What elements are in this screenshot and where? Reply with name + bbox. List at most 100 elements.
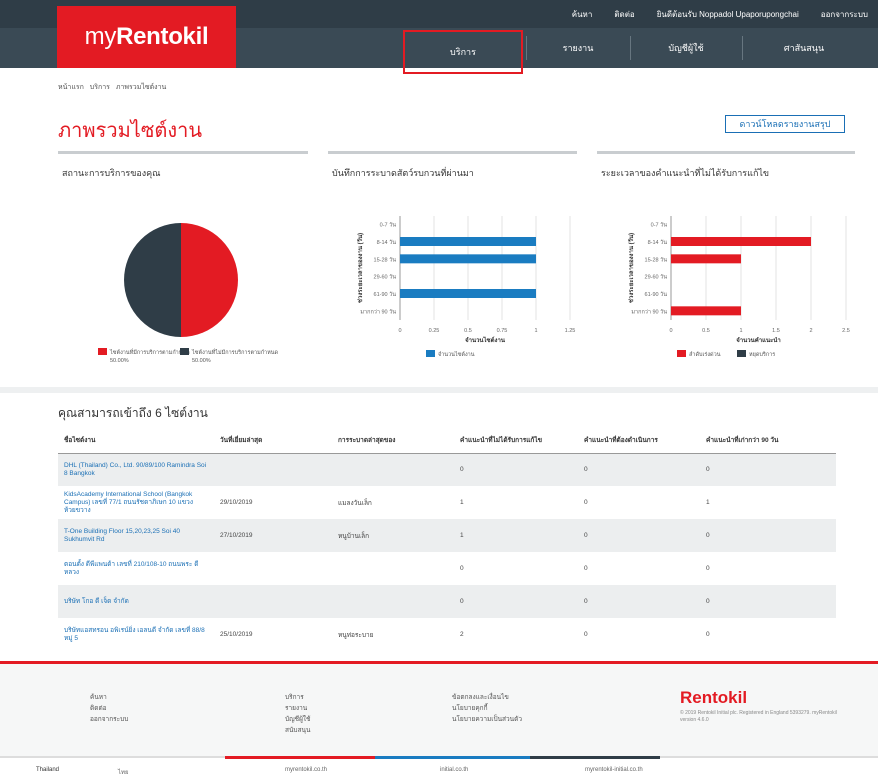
page-title: ภาพรวมไซต์งาน [58,120,203,142]
last-visit-cell: 27/10/2019 [220,532,253,539]
y-tick-label: 61-90 วัน [374,291,397,298]
footer: ค้นหา ติดต่อ ออกจากระบบ บริการ รายงาน บัญชีผ… [0,664,878,756]
legend-value: 50.00% [192,358,211,364]
footer-link[interactable]: ข้อตกลงและเงื่อนไข [452,692,522,703]
last-pest-cell [332,585,454,618]
footer-link[interactable]: นโยบายคุกกี้ [452,703,522,714]
footer-link[interactable]: บัญชีผู้ใช้ [285,714,310,725]
legend-swatch [426,350,435,357]
site-name-link[interactable]: บริษัท โกอ ดี เจ็ด จำกัด [58,585,214,618]
last-pest-cell: แมลงวันเล็ก [338,499,372,507]
download-summary-button[interactable]: ดาวน์โหลดรายงานสรุป [725,115,845,133]
col-action-required[interactable]: คำแนะนำที่ต้องดำเนินการ [578,427,700,454]
nav-reports[interactable]: รายงาน [528,28,628,68]
footer-copyright: © 2019 Rentokil Initial plc. Registered … [680,710,837,723]
y-tick-label: 8-14 วัน [648,239,668,246]
unresolved-panel: ระยะเวลาของคำแนะนำที่ไม่ได้รับการแก้ไข 0… [597,151,855,386]
bar-accent-dark [530,756,660,759]
bottom-link-1[interactable]: myrentokil.co.th [285,767,327,773]
footer-link[interactable]: ค้นหา [90,692,128,703]
older-90-count: 0 [706,631,710,638]
action-count: 0 [584,631,588,638]
table-row[interactable]: T-One Building Floor 15,20,23,25 Soi 40 … [58,519,836,552]
last-visit-cell [214,585,332,618]
service-status-pie-chart: ไซต์งานที่มีการบริการตามกำหนด50.00%ไซต์ง… [98,223,279,364]
x-tick-label: 1.25 [565,328,576,334]
table-row[interactable]: KidsAcademy International School (Bangko… [58,486,836,519]
unresolved-count: 1 [460,499,464,506]
nav-support[interactable]: ศาสันสนุน [744,28,864,68]
welcome-user-link[interactable]: ยินดีต้อนรับ Noppadol Upaporupongchai [657,8,799,21]
legend-swatch [98,348,107,355]
col-unresolved[interactable]: คำแนะนำที่ไม่ได้รับการแก้ไข [454,427,578,454]
site-name-link[interactable]: T-One Building Floor 15,20,23,25 Soi 40 … [58,519,214,552]
country-label[interactable]: Thailand [36,767,59,773]
bottom-link-3[interactable]: myrentokil-initial.co.th [585,767,643,773]
unresolved-count: 0 [460,565,464,572]
table-row[interactable]: บริษัท โกอ ดี เจ็ด จำกัด 0 0 0 [58,585,836,618]
legend-swatch [737,350,746,357]
older-90-count: 0 [706,598,710,605]
older-90-count: 1 [706,499,710,506]
pie-slice [124,223,181,337]
breadcrumb-home[interactable]: หน้าแรก [58,84,84,91]
legend-swatch [180,348,189,355]
myrentokil-logo[interactable]: my Rentokil [57,6,236,68]
breadcrumb-services[interactable]: บริการ [90,84,110,91]
action-count: 0 [584,565,588,572]
nav-divider [742,36,743,60]
bottom-link-2[interactable]: initial.co.th [440,767,468,773]
unresolved-count: 2 [460,631,464,638]
site-name-link[interactable]: DHL (Thailand) Co., Ltd. 90/89/100 Ramin… [58,453,214,486]
unresolved-bar-chart: 0 0.5 1 1.5 2 2.5 0-7 วัน 8-14 วัน 15-28 วัน 29-6… [627,216,850,358]
footer-link[interactable]: รายงาน [285,703,310,714]
action-count: 0 [584,532,588,539]
nav-divider [630,36,631,60]
site-name-link[interactable]: บริษัทแอสทรอน อพิเรน์ยิ่ง เอลนดี จำกัด เ… [58,618,214,651]
table-row[interactable]: บริษัทแอสทรอน อพิเรน์ยิ่ง เอลนดี จำกัด เ… [58,618,836,651]
col-last-pest[interactable]: การระบาดล่าสุดของ [332,427,454,454]
col-older-90[interactable]: คำแนะนำที่เก่ากว่า 90 วัน [700,427,836,454]
y-axis-label: ช่วงระยะเวลาของงาน (วัน) [627,233,635,303]
action-count: 0 [584,499,588,506]
last-visit-cell [214,552,332,585]
language-label[interactable]: ไทย [118,767,129,777]
nav-services[interactable]: บริการ [403,30,523,74]
col-last-visit[interactable]: วันที่เยี่ยมล่าสุด [214,427,332,454]
x-tick-label: 0.5 [464,328,472,334]
y-tick-label: มากกว่า 90 วัน [360,308,396,315]
legend-label: ไซต์งานที่ไม่มีการบริการตามกำหนด [191,348,279,356]
legend-label: ลำดับเร่งด่วน [689,351,721,358]
logout-link[interactable]: ออกจากระบบ [821,8,868,21]
x-tick-label: 0 [398,328,401,334]
last-pest-cell: หนูบ้านเล็ก [338,532,370,540]
nav-account[interactable]: บัญชีผู้ใช้ [632,28,740,68]
x-tick-label: 0.25 [429,328,440,334]
y-tick-label: 29-60 วัน [645,274,668,281]
nav-divider [526,36,527,60]
footer-link[interactable]: บริการ [285,692,310,703]
x-tick-label: 1 [739,328,742,334]
footer-link[interactable]: นโยบายความเป็นส่วนตัว [452,714,522,725]
search-link[interactable]: ค้นหา [572,8,593,21]
last-visit-cell: 25/10/2019 [220,631,253,638]
footer-link[interactable]: ออกจากระบบ [90,714,128,725]
col-site-name[interactable]: ชื่อไซต์งาน [58,427,214,454]
bar [671,306,741,316]
x-tick-label: 0.5 [702,328,710,334]
older-90-count: 0 [706,565,710,572]
site-name-link[interactable]: ตอนตั้ง ดีพีแพนด้า เลขที่ 210/108-10 ถนน… [58,552,214,585]
unresolved-count: 0 [460,466,464,474]
footer-rentokil-logo[interactable]: Rentokil [680,688,747,708]
y-tick-label: 15-28 วัน [374,256,397,263]
contact-link[interactable]: ติดต่อ [614,8,634,21]
footer-link[interactable]: สนับสนุน [285,725,310,736]
y-tick-label: 0-7 วัน [380,222,397,229]
site-name-link[interactable]: KidsAcademy International School (Bangko… [58,486,214,519]
last-pest-cell: หนูท่อระบาย [338,631,374,639]
footer-link[interactable]: ติดต่อ [90,703,128,714]
table-row[interactable]: ตอนตั้ง ดีพีแพนด้า เลขที่ 210/108-10 ถนน… [58,552,836,585]
x-tick-label: 0.75 [497,328,508,334]
service-status-panel: สถานะการบริการของคุณ ไซต์งานที่มีการบริก… [58,151,308,386]
table-row[interactable]: DHL (Thailand) Co., Ltd. 90/89/100 Ramin… [58,453,836,486]
